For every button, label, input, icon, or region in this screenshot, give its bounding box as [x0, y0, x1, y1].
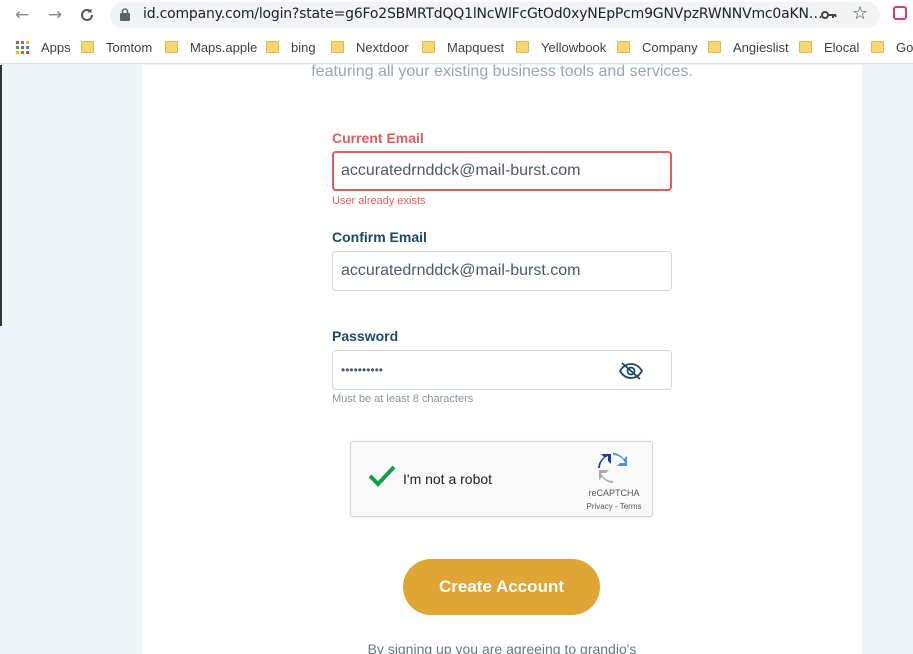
eye-slash-icon[interactable]	[618, 361, 644, 381]
bookmark-apps[interactable]: Apps	[16, 39, 71, 55]
password-label: Password	[332, 328, 399, 344]
bookmark-elocal[interactable]: Elocal	[799, 39, 859, 55]
recaptcha-logo-icon	[598, 453, 627, 483]
create-account-button[interactable]: Create Account	[403, 559, 600, 615]
bookmark-nextdoor[interactable]: Nextdoor	[331, 39, 409, 55]
window-edge	[0, 65, 2, 326]
password-hint: Must be at least 8 characters	[332, 393, 474, 405]
recaptcha-label: I'm not a robot	[403, 471, 493, 487]
folder-icon	[266, 41, 279, 53]
bookmarks-bar: Apps Tomtom Maps.apple bing Nextdoor Map…	[0, 30, 913, 64]
folder-icon	[617, 41, 630, 53]
folder-icon	[331, 41, 344, 53]
folder-icon	[871, 41, 884, 53]
url-text: id.company.com/login?state=g6Fo2SBMRTdQQ…	[143, 6, 823, 22]
reload-icon[interactable]	[76, 4, 98, 26]
confirm-email-field[interactable]: accuratedrnddck@mail-burst.com	[332, 251, 672, 291]
folder-icon	[708, 41, 721, 53]
current-email-value: accuratedrnddck@mail-burst.com	[341, 162, 581, 179]
current-email-field[interactable]: accuratedrnddck@mail-burst.com	[332, 151, 672, 191]
folder-icon	[422, 41, 435, 53]
apps-grid-icon	[16, 40, 29, 54]
checkmark-icon[interactable]	[367, 464, 397, 488]
bookmark-angieslist[interactable]: Angieslist	[708, 39, 789, 55]
bookmark-mapquest[interactable]: Mapquest	[422, 39, 504, 55]
folder-icon	[799, 41, 812, 53]
legal-text: By signing up you are agreeing to grandi…	[367, 641, 637, 654]
bookmark-tomtom[interactable]: Tomtom	[81, 39, 152, 55]
bookmark-company[interactable]: Company	[617, 39, 698, 55]
page-viewport: featuring all your existing business too…	[0, 63, 913, 654]
password-field[interactable]: ••••••••••	[332, 350, 672, 390]
recaptcha-widget: I'm not a robot reCAPTCHA Privacy - Term…	[350, 441, 653, 517]
folder-icon	[81, 41, 94, 53]
back-arrow-icon[interactable]: ←	[11, 4, 33, 26]
bookmark-maps-apple[interactable]: Maps.apple	[165, 39, 257, 55]
folder-icon	[516, 41, 529, 53]
lock-icon	[120, 8, 130, 21]
bookmark-star-icon[interactable]: ☆	[852, 3, 868, 24]
confirm-email-label: Confirm Email	[332, 229, 427, 245]
recaptcha-links[interactable]: Privacy - Terms	[583, 502, 645, 511]
folder-icon	[165, 41, 178, 53]
bookmark-yellowbook[interactable]: Yellowbook	[516, 39, 606, 55]
recaptcha-brand: reCAPTCHA	[588, 488, 640, 498]
signup-card: featuring all your existing business too…	[142, 63, 862, 654]
extension-icon[interactable]	[893, 6, 907, 20]
browser-toolbar: ← → id.company.com/login?state=g6Fo2SBMR…	[0, 0, 913, 30]
bookmark-goo[interactable]: Goo	[871, 39, 913, 55]
forward-arrow-icon[interactable]: →	[44, 4, 66, 26]
current-email-label: Current Email	[332, 130, 424, 146]
tagline: featuring all your existing business too…	[311, 63, 693, 80]
key-icon[interactable]	[821, 8, 837, 22]
password-value: ••••••••••	[341, 363, 384, 377]
bookmark-bing[interactable]: bing	[266, 39, 316, 55]
current-email-error: User already exists	[332, 195, 426, 207]
address-bar[interactable]: id.company.com/login?state=g6Fo2SBMRTdQQ…	[110, 2, 880, 28]
confirm-email-value: accuratedrnddck@mail-burst.com	[341, 262, 581, 279]
